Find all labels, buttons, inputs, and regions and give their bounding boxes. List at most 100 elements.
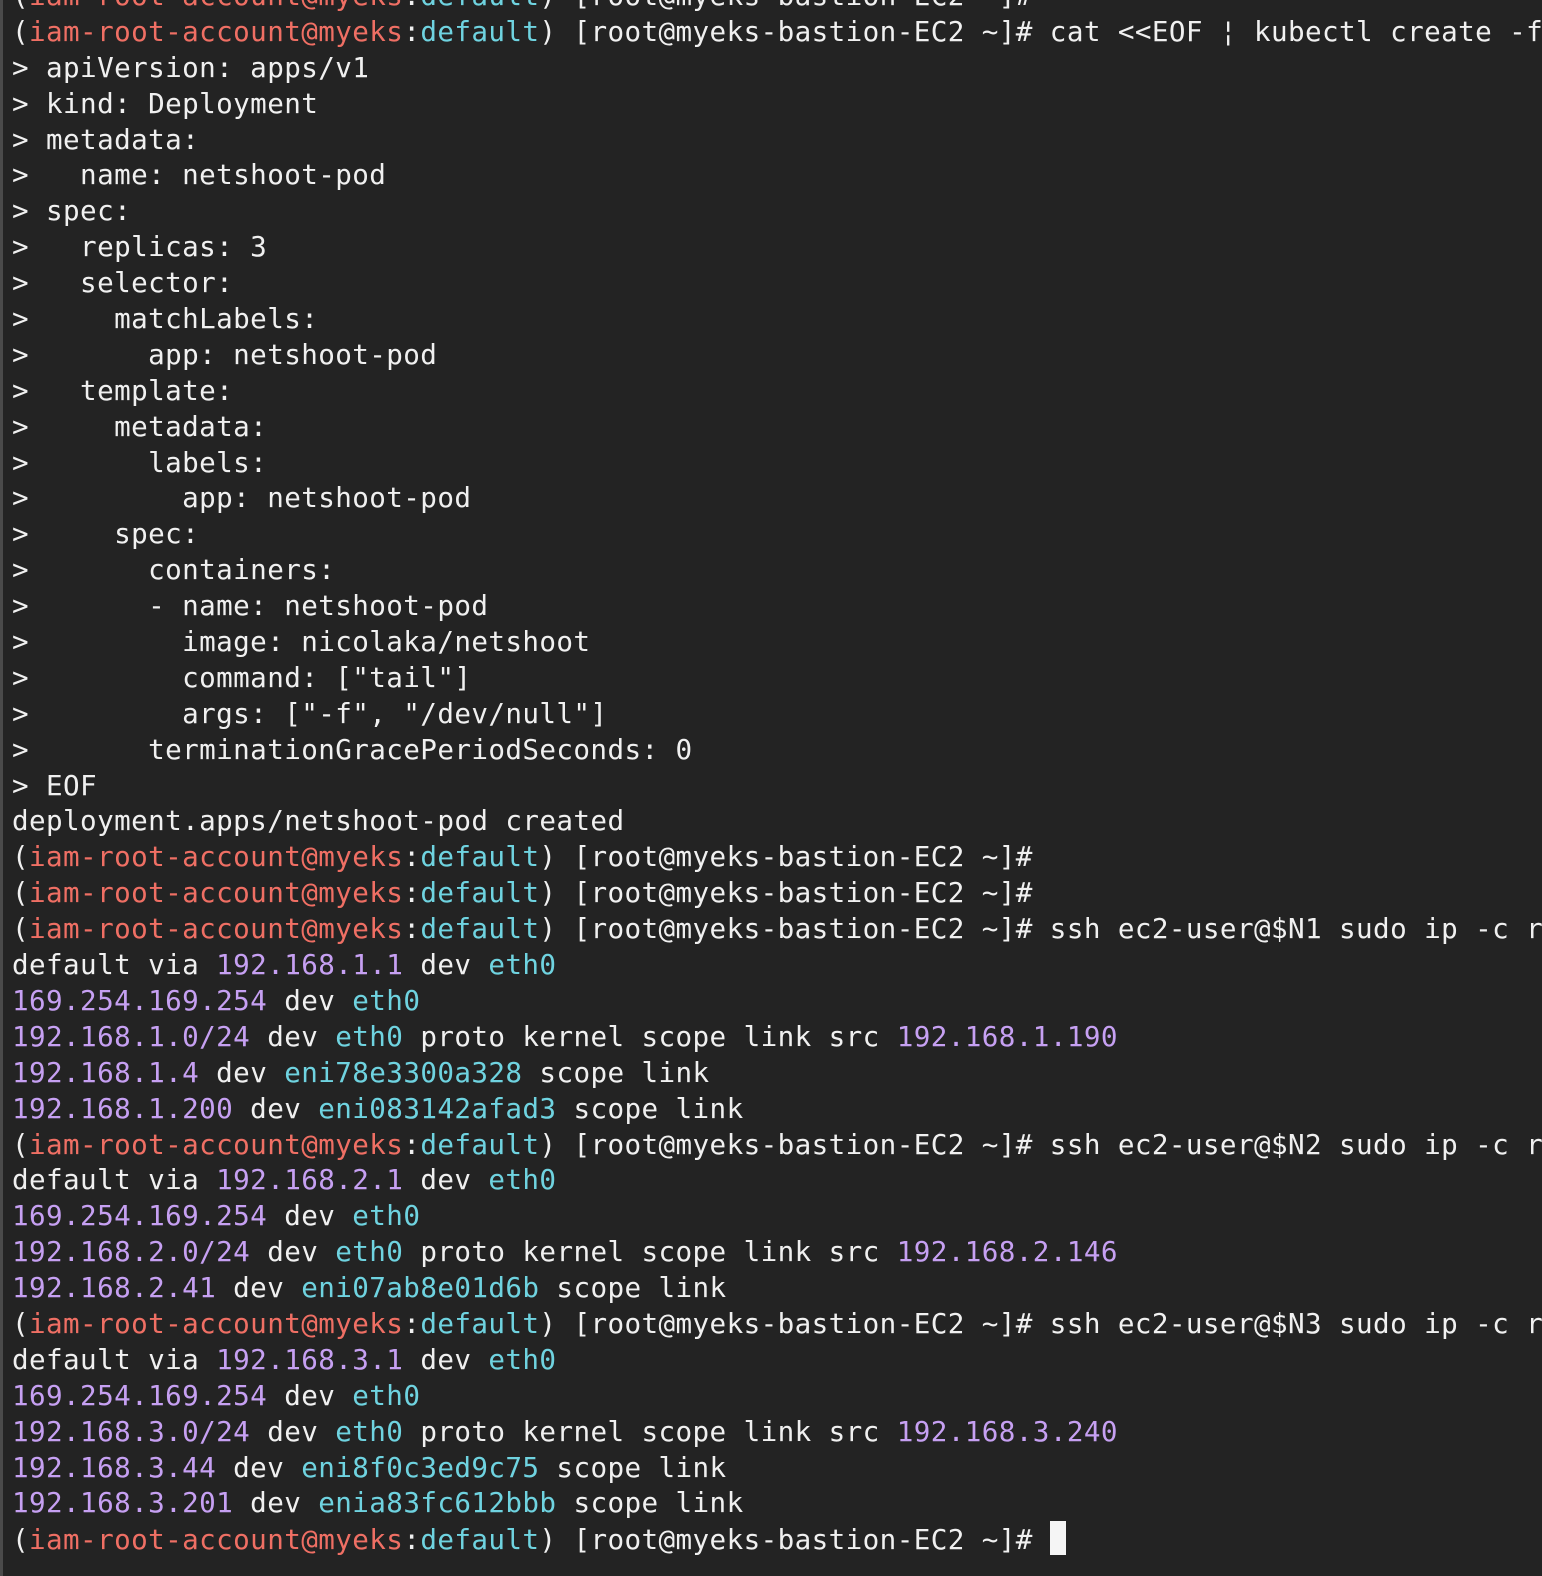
- terminal-text: > app: netshoot-pod: [12, 337, 438, 371]
- terminal-line: > replicas: 3: [12, 229, 1542, 265]
- terminal-line: 169.254.169.254 dev eth0: [12, 1378, 1542, 1414]
- terminal-line: (iam-root-account@myeks:default) [root@m…: [12, 839, 1542, 875]
- network-device: enia83fc612bbb: [318, 1486, 557, 1520]
- terminal-output[interactable]: (iam-root-account@myeks:default) [root@m…: [12, 0, 1542, 1557]
- ip-address: 192.168.2.0/24: [12, 1235, 251, 1269]
- terminal-text: ) [root@myeks-bastion-EC2 ~]#: [539, 0, 1032, 12]
- terminal-text: > matchLabels:: [12, 302, 319, 336]
- ip-address: 192.168.3.44: [12, 1450, 217, 1484]
- terminal-text: > replicas: 3: [12, 230, 268, 264]
- ip-address: 169.254.169.254: [12, 1378, 268, 1412]
- terminal-text: proto kernel scope link src: [403, 1235, 897, 1269]
- network-device: eth0: [335, 1235, 404, 1269]
- terminal-line: 192.168.3.0/24 dev eth0 proto kernel sco…: [12, 1414, 1542, 1450]
- terminal-text: ) [root@myeks-bastion-EC2 ~]# ssh ec2-us…: [539, 1306, 1542, 1340]
- network-device: eth0: [488, 948, 557, 982]
- terminal-text: scope link: [539, 1271, 727, 1305]
- terminal-line: > kind: Deployment: [12, 86, 1542, 122]
- terminal-text: :: [403, 912, 421, 946]
- terminal-text: > template:: [12, 373, 234, 407]
- terminal-line: default via 192.168.3.1 dev eth0: [12, 1342, 1542, 1378]
- prompt-context: default: [420, 840, 540, 874]
- prompt-user: iam-root-account@myeks: [29, 1127, 404, 1161]
- terminal-text: dev: [250, 1235, 336, 1269]
- terminal-text: (: [12, 0, 29, 12]
- terminal-text: proto kernel scope link src: [403, 1414, 897, 1448]
- network-device: eni8f0c3ed9c75: [301, 1450, 540, 1484]
- terminal-text: :: [403, 1523, 421, 1557]
- terminal-line: > template:: [12, 373, 1542, 409]
- terminal-text: :: [403, 840, 421, 874]
- terminal-text: dev: [233, 1486, 319, 1520]
- ip-address: 192.168.1.1: [216, 948, 404, 982]
- terminal-line: > metadata:: [12, 122, 1542, 158]
- terminal-line: 192.168.3.201 dev enia83fc612bbb scope l…: [12, 1485, 1542, 1521]
- terminal-text: dev: [267, 1199, 353, 1233]
- prompt-context: default: [420, 912, 540, 946]
- terminal-text: > EOF: [12, 768, 98, 802]
- ip-address: 192.168.3.201: [12, 1486, 234, 1520]
- terminal-text: dev: [267, 983, 353, 1017]
- ip-address: 192.168.3.1: [216, 1342, 404, 1376]
- terminal-line: (iam-root-account@myeks:default) [root@m…: [12, 1127, 1542, 1163]
- terminal-text: dev: [403, 948, 489, 982]
- terminal-text: > metadata:: [12, 409, 268, 443]
- ip-address: 192.168.1.200: [12, 1091, 234, 1125]
- ip-address: 169.254.169.254: [12, 1199, 268, 1233]
- ip-address: 169.254.169.254: [12, 983, 268, 1017]
- terminal-line: (iam-root-account@myeks:default) [root@m…: [12, 1521, 1542, 1557]
- prompt-context: default: [420, 14, 540, 48]
- prompt-context: default: [420, 1523, 540, 1557]
- terminal-line: > name: netshoot-pod: [12, 157, 1542, 193]
- terminal-text: scope link: [556, 1091, 744, 1125]
- terminal-text: (: [12, 876, 30, 910]
- terminal-text: dev: [216, 1271, 302, 1305]
- prompt-user: iam-root-account@myeks: [29, 14, 404, 48]
- terminal-line: (iam-root-account@myeks:default) [root@m…: [12, 875, 1542, 911]
- terminal-line: 192.168.1.0/24 dev eth0 proto kernel sco…: [12, 1019, 1542, 1055]
- terminal-text: (: [12, 14, 30, 48]
- terminal-line: > selector:: [12, 265, 1542, 301]
- prompt-user: iam-root-account@myeks: [29, 912, 404, 946]
- terminal-line: 192.168.2.41 dev eni07ab8e01d6b scope li…: [12, 1270, 1542, 1306]
- terminal-text: :: [403, 876, 421, 910]
- network-device: eni78e3300a328: [284, 1055, 523, 1089]
- terminal-text: dev: [403, 1163, 489, 1197]
- terminal-line: 192.168.1.4 dev eni78e3300a328 scope lin…: [12, 1055, 1542, 1091]
- terminal-text: > - name: netshoot-pod: [12, 589, 489, 623]
- ip-address: 192.168.1.4: [12, 1055, 200, 1089]
- terminal-text: default via: [12, 1342, 217, 1376]
- terminal-line: > terminationGracePeriodSeconds: 0: [12, 732, 1542, 768]
- prompt-context: default: [420, 0, 539, 12]
- terminal-text: > apiVersion: apps/v1: [12, 50, 370, 84]
- terminal-text: ) [root@myeks-bastion-EC2 ~]#: [539, 876, 1033, 910]
- terminal-text: proto kernel scope link src: [403, 1019, 897, 1053]
- terminal-text: ) [root@myeks-bastion-EC2 ~]#: [539, 1523, 1050, 1557]
- ip-address: 192.168.3.240: [896, 1414, 1118, 1448]
- terminal-line: (iam-root-account@myeks:default) [root@m…: [12, 0, 1542, 14]
- terminal-line: default via 192.168.1.1 dev eth0: [12, 947, 1542, 983]
- terminal-line: > containers:: [12, 552, 1542, 588]
- network-device: eth0: [335, 1414, 404, 1448]
- network-device: eth0: [488, 1163, 557, 1197]
- terminal-line: > metadata:: [12, 409, 1542, 445]
- network-device: eth0: [335, 1019, 404, 1053]
- terminal-line: > EOF: [12, 768, 1542, 804]
- terminal-text: dev: [250, 1414, 336, 1448]
- terminal-text: default via: [12, 1163, 217, 1197]
- terminal-text: (: [12, 1306, 30, 1340]
- terminal-line: 192.168.1.200 dev eni083142afad3 scope l…: [12, 1091, 1542, 1127]
- terminal-text: dev: [233, 1091, 319, 1125]
- terminal-text: :: [403, 14, 421, 48]
- network-device: eth0: [352, 1199, 421, 1233]
- terminal-line: > command: ["tail"]: [12, 660, 1542, 696]
- ip-address: 192.168.3.0/24: [12, 1414, 251, 1448]
- terminal-line: deployment.apps/netshoot-pod created: [12, 803, 1542, 839]
- prompt-user: iam-root-account@myeks: [29, 840, 404, 874]
- terminal-text: > metadata:: [12, 122, 200, 156]
- terminal-text: :: [403, 1306, 421, 1340]
- terminal-text: > args: ["-f", "/dev/null"]: [12, 696, 608, 730]
- text-cursor[interactable]: [1049, 1521, 1066, 1556]
- ip-address: 192.168.1.190: [896, 1019, 1118, 1053]
- ip-address: 192.168.1.0/24: [12, 1019, 251, 1053]
